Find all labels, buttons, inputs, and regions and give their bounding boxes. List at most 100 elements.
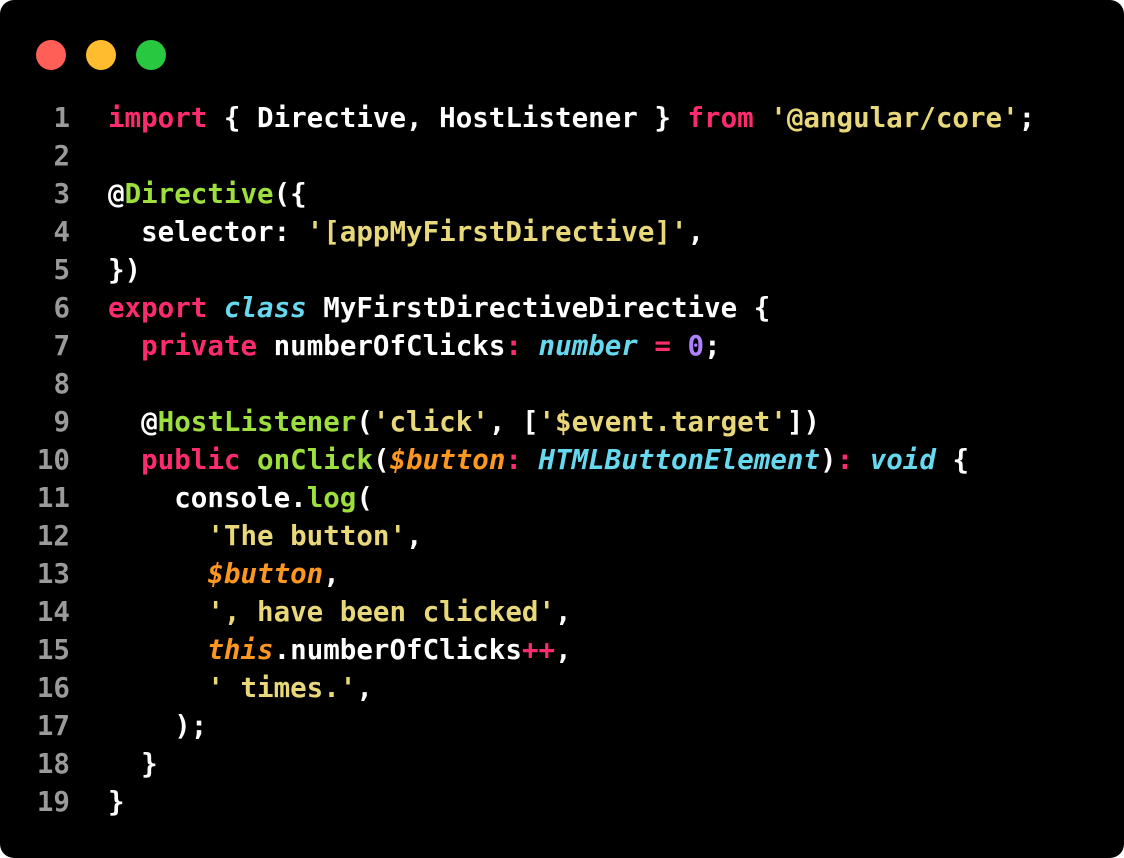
code-line-content: import { Directive, HostListener } from … bbox=[70, 99, 1035, 137]
keyword-token: : bbox=[836, 444, 854, 476]
type-token: number bbox=[538, 330, 638, 362]
code-line: 16 ' times.', bbox=[0, 669, 1035, 707]
code-token: , [ bbox=[488, 406, 539, 438]
function-token: log bbox=[306, 482, 357, 514]
code-token: ( bbox=[356, 482, 373, 514]
line-number: 7 bbox=[53, 330, 70, 362]
code-line: 15 this.numberOfClicks++, bbox=[0, 631, 1035, 669]
code-line-content: 'The button', bbox=[70, 517, 423, 555]
code-token: console. bbox=[108, 482, 307, 514]
code-line: 8 bbox=[0, 365, 1035, 403]
line-number: 14 bbox=[36, 596, 70, 628]
code-line-content: console.log( bbox=[70, 479, 373, 517]
code-token: .numberOfClicks bbox=[273, 634, 522, 666]
keyword-token: = bbox=[654, 330, 671, 362]
line-number: 9 bbox=[53, 406, 70, 438]
line-number: 18 bbox=[36, 748, 70, 780]
string-token: '$event.target' bbox=[538, 406, 787, 438]
line-number: 4 bbox=[53, 216, 70, 248]
code-token: , bbox=[323, 558, 340, 590]
code-line-content: export class MyFirstDirectiveDirective { bbox=[70, 289, 770, 327]
code-token: ({ bbox=[273, 178, 307, 210]
code-line: 1 import { Directive, HostListener } from… bbox=[0, 99, 1035, 137]
minimize-dot-icon[interactable] bbox=[86, 40, 116, 70]
keyword-token: import bbox=[108, 102, 208, 134]
line-number: 6 bbox=[53, 292, 70, 324]
code-line: 14 ', have been clicked', bbox=[0, 593, 1035, 631]
code-token: { bbox=[935, 444, 970, 476]
code-line-content bbox=[70, 365, 108, 403]
type-token: HTMLButtonElement bbox=[538, 444, 820, 476]
window-controls bbox=[36, 40, 166, 70]
code-line-content: }) bbox=[70, 251, 141, 289]
keyword-token: public bbox=[141, 444, 241, 476]
line-number: 15 bbox=[36, 634, 70, 666]
type-token: class bbox=[223, 292, 307, 324]
code-line-content: public onClick($button: HTMLButtonElemen… bbox=[70, 441, 969, 479]
code-line: 17 ); bbox=[0, 707, 1035, 745]
keyword-token: : bbox=[505, 330, 522, 362]
keyword-token: : bbox=[505, 444, 522, 476]
code-token: selector: bbox=[108, 216, 307, 248]
line-number: 11 bbox=[36, 482, 70, 514]
code-line: 6 export class MyFirstDirectiveDirective … bbox=[0, 289, 1035, 327]
line-number: 19 bbox=[36, 786, 70, 818]
code-line: 9 @HostListener('click', ['$event.target… bbox=[0, 403, 1035, 441]
function-token: onClick bbox=[257, 444, 373, 476]
keyword-token: private bbox=[141, 330, 258, 362]
code-token: ) bbox=[820, 444, 837, 476]
code-line: 5}) bbox=[0, 251, 1035, 289]
maximize-dot-icon[interactable] bbox=[136, 40, 166, 70]
keyword-token: ++ bbox=[521, 634, 556, 666]
parameter-token: this bbox=[207, 634, 274, 666]
parameter-token: $button bbox=[207, 558, 324, 590]
code-token: , bbox=[356, 672, 373, 704]
code-window: 1 import { Directive, HostListener } from… bbox=[0, 0, 1124, 858]
number-token: 0 bbox=[687, 330, 705, 362]
code-token: }) bbox=[108, 254, 142, 286]
close-dot-icon[interactable] bbox=[36, 40, 66, 70]
code-token: , bbox=[687, 216, 705, 248]
line-number: 17 bbox=[36, 710, 70, 742]
code-line: 12 'The button', bbox=[0, 517, 1035, 555]
function-token: Directive bbox=[124, 178, 274, 210]
code-token: MyFirstDirectiveDirective { bbox=[306, 292, 771, 324]
code-line: 18 } bbox=[0, 745, 1035, 783]
line-number: 16 bbox=[36, 672, 70, 704]
line-number: 10 bbox=[36, 444, 70, 476]
line-number: 13 bbox=[36, 558, 70, 590]
line-number: 2 bbox=[53, 140, 70, 172]
code-line-content: } bbox=[70, 745, 158, 783]
type-token: void bbox=[869, 444, 936, 476]
code-token: , bbox=[406, 520, 423, 552]
code-line: 11 console.log( bbox=[0, 479, 1035, 517]
code-line: 10 public onClick($button: HTMLButtonEle… bbox=[0, 441, 1035, 479]
string-token: 'click' bbox=[372, 406, 489, 438]
line-number: 8 bbox=[53, 368, 70, 400]
code-line: 3 @Directive({ bbox=[0, 175, 1035, 213]
code-token: , bbox=[555, 596, 572, 628]
code-line-content: } bbox=[70, 783, 125, 821]
code-token: ; bbox=[1018, 102, 1036, 134]
string-token: ' times.' bbox=[207, 672, 357, 704]
code-line-content: ', have been clicked', bbox=[70, 593, 572, 631]
line-number: 3 bbox=[53, 178, 70, 210]
string-token: '@angular/core' bbox=[770, 102, 1019, 134]
code-token: ); bbox=[108, 710, 208, 742]
code-token: } bbox=[108, 748, 158, 780]
code-token: ; bbox=[704, 330, 721, 362]
code-line: 19} bbox=[0, 783, 1035, 821]
code-line: 2 bbox=[0, 137, 1035, 175]
keyword-token: from bbox=[687, 102, 754, 134]
